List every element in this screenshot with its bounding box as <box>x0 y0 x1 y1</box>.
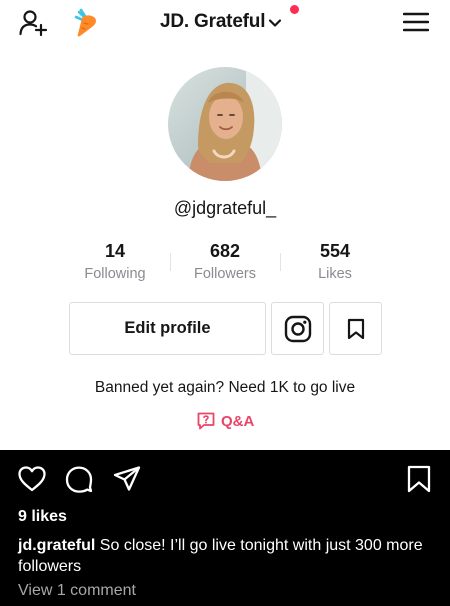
account-switcher[interactable]: JD. Grateful <box>160 10 282 34</box>
instagram-button[interactable] <box>271 302 324 355</box>
stat-following[interactable]: 14 Following <box>60 241 170 282</box>
hamburger-menu-icon[interactable] <box>403 11 429 33</box>
account-title: JD. Grateful <box>160 11 266 32</box>
stat-value: 554 <box>319 241 351 261</box>
heart-icon[interactable] <box>17 464 47 494</box>
add-user-icon[interactable] <box>18 8 48 38</box>
qa-icon <box>197 412 215 430</box>
post-footer: 9 likes jd.grateful So close! I’ll go li… <box>0 450 450 606</box>
caption-username[interactable]: jd.grateful <box>18 537 95 554</box>
qa-label: Q&A <box>221 412 255 430</box>
likes-count[interactable]: 9 likes <box>18 508 67 526</box>
carrot-icon[interactable] <box>70 8 102 38</box>
share-icon[interactable] <box>112 464 142 494</box>
comment-icon[interactable] <box>64 464 94 494</box>
profile-bio: Banned yet again? Need 1K to go live <box>94 379 356 396</box>
post-caption: jd.grateful So close! I’ll go live tonig… <box>18 535 438 577</box>
stat-value: 14 <box>104 241 126 261</box>
profile-screenshot: JD. Grateful @jdgrateful_ 14 Following 6… <box>0 0 450 450</box>
view-comments-link[interactable]: View 1 comment <box>18 582 136 600</box>
profile-handle: @jdgrateful_ <box>173 198 277 218</box>
stat-label: Likes <box>318 266 352 282</box>
qa-link[interactable]: Q&A <box>196 410 254 432</box>
stat-likes[interactable]: 554 Likes <box>280 241 390 282</box>
top-bar: JD. Grateful <box>0 0 450 44</box>
avatar[interactable] <box>168 67 282 181</box>
chevron-down-icon <box>269 19 282 27</box>
stat-label: Followers <box>193 266 257 282</box>
favorites-button[interactable] <box>329 302 382 355</box>
stat-label: Following <box>84 266 146 282</box>
stat-value: 682 <box>209 241 241 261</box>
edit-profile-button[interactable]: Edit profile <box>69 302 266 355</box>
bookmark-icon <box>347 318 364 339</box>
stat-followers[interactable]: 682 Followers <box>170 241 280 282</box>
instagram-icon <box>284 315 311 342</box>
save-icon[interactable] <box>404 464 434 494</box>
notification-dot <box>290 5 299 14</box>
